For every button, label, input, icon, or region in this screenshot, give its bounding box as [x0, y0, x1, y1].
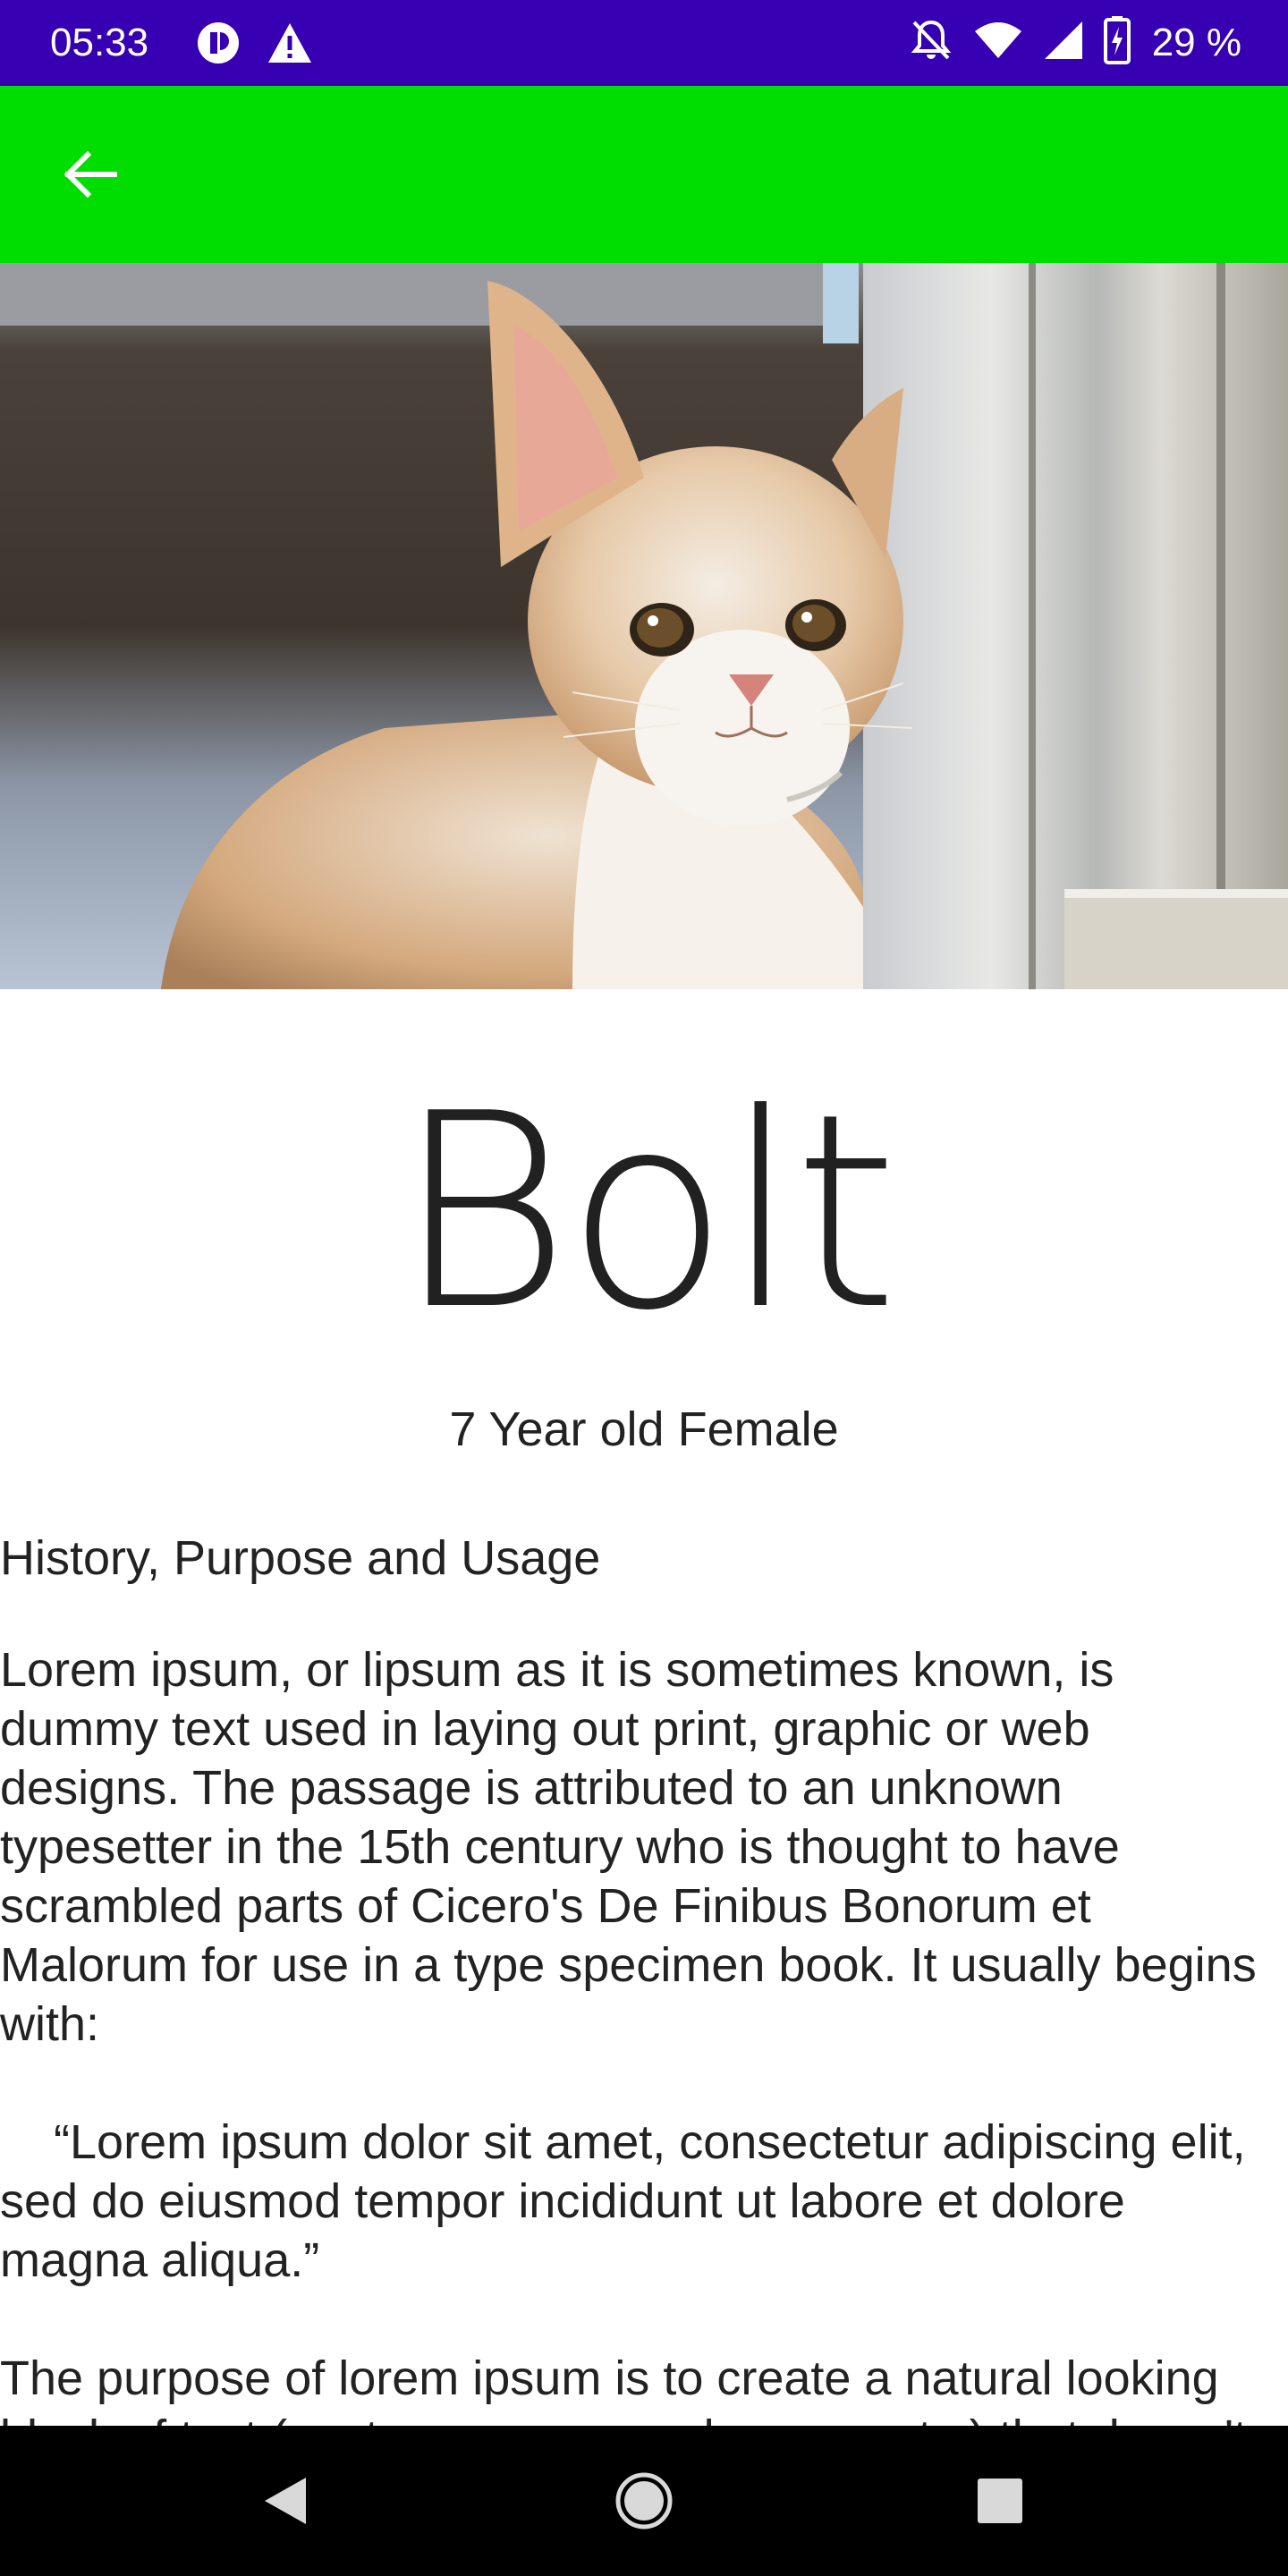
nav-home-button[interactable] [608, 2465, 680, 2537]
status-time: 05:33 [50, 21, 149, 64]
back-triangle-icon [265, 2478, 306, 2524]
recents-square-icon [978, 2479, 1022, 2523]
hero-image [0, 263, 1288, 989]
mute-icon [909, 17, 953, 68]
back-button[interactable] [52, 136, 129, 213]
nav-back-button[interactable] [249, 2465, 320, 2537]
nav-recents-button[interactable] [964, 2465, 1036, 2537]
wifi-icon [973, 21, 1023, 64]
status-bar: 05:33 29 % [0, 0, 1288, 86]
kitten-photo [0, 263, 1288, 989]
battery-percent: 29 % [1151, 20, 1241, 64]
nav-bar [0, 2426, 1288, 2576]
pet-name: Bolt [394, 1056, 899, 1368]
tracking-icon [195, 20, 242, 71]
pet-subtitle: 7 Year old Female [449, 1402, 839, 1456]
battery-icon [1103, 16, 1131, 69]
pet-details: Bolt 7 Year old Female History, Purpose … [0, 989, 1288, 2427]
home-circle-icon [615, 2472, 673, 2529]
section-heading: History, Purpose and Usage [0, 1531, 601, 1585]
status-right: 29 % [909, 16, 1241, 69]
screen: 05:33 29 % Bolt 7 Year old Female Histor… [0, 0, 1288, 2576]
app-bar [0, 86, 1288, 263]
arrow-left-icon [64, 151, 117, 198]
status-left-icons [195, 20, 313, 71]
section-body: Lorem ipsum, or lipsum as it is sometime… [0, 1643, 1257, 2426]
alert-icon [267, 21, 313, 69]
signal-icon [1043, 20, 1084, 65]
